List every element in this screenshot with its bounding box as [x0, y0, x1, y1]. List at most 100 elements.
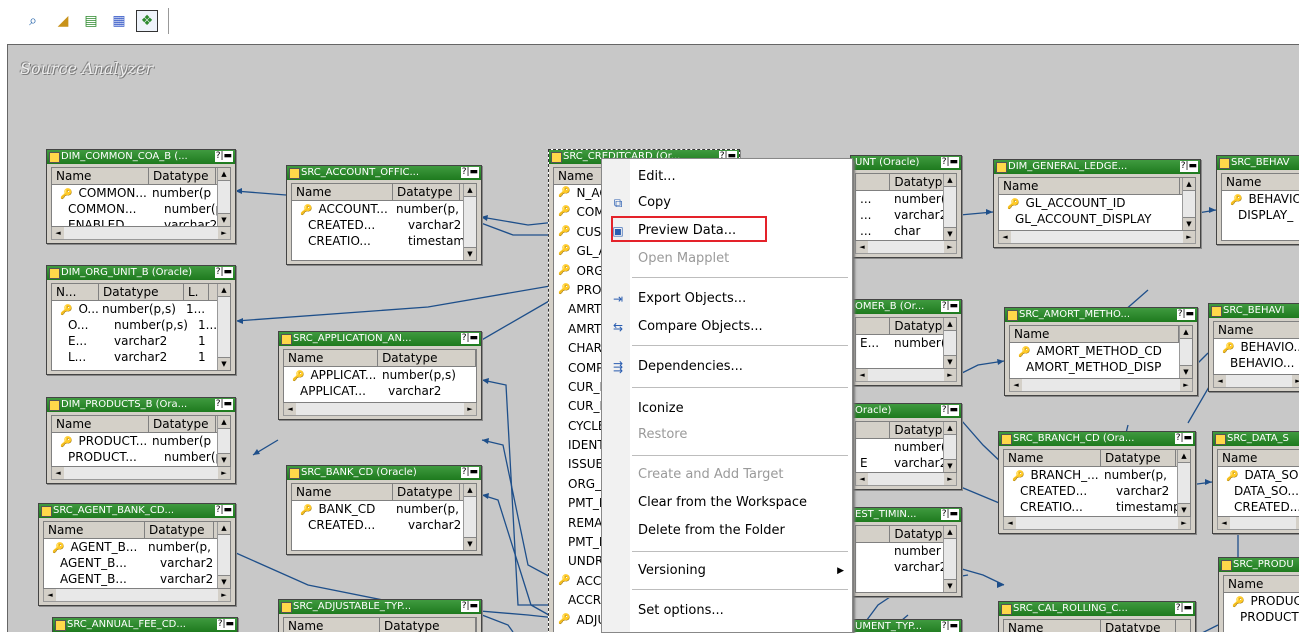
vertical-scrollbar[interactable] [463, 184, 476, 260]
table-dim-common-coa-b[interactable]: DIM_COMMON_COA_B (... ?|▬ Name Datatype 🔑 C… [46, 149, 236, 244]
menu-item-dependencies[interactable]: ⇶ Dependencies... [602, 355, 852, 379]
table-title-bar[interactable]: Oracle) ?|▬ [851, 404, 961, 418]
table-src-behav[interactable]: SRC_BEHAV Name 🔑 BEHAVIO... DISPLAY_ [1216, 155, 1299, 245]
target-designer-tool-icon[interactable]: ◢ [52, 10, 74, 32]
column-header-datatype[interactable]: Datatype [1101, 450, 1176, 466]
column-header-name[interactable]: Name [1010, 326, 1179, 342]
table-src-data-s[interactable]: SRC_DATA_S Name 🔑 DATA_SO... DATA_SO... C… [1212, 431, 1299, 534]
horizontal-scrollbar[interactable] [1213, 375, 1299, 388]
table-options-icon[interactable]: ?|▬ [1174, 433, 1193, 444]
horizontal-scrollbar[interactable] [1217, 517, 1299, 530]
table-title-bar[interactable]: DIM_GENERAL_LEDGE... ?|▬ [994, 160, 1200, 174]
menu-item-copy[interactable]: ⧉ Copy [602, 191, 852, 215]
column-header-datatype[interactable]: Datatype [145, 522, 214, 538]
table-row[interactable]: 🔑 AMORT_METHOD_CD [1010, 343, 1192, 359]
menu-item-edit[interactable]: Edit... [602, 165, 852, 189]
horizontal-scrollbar[interactable] [855, 473, 957, 486]
horizontal-scrollbar[interactable] [51, 227, 231, 240]
column-header-datatype[interactable]: Datatype [149, 168, 216, 184]
vertical-scrollbar[interactable] [217, 284, 230, 370]
table-row[interactable]: number [856, 543, 956, 559]
table-src-interest-timing[interactable]: EST_TIMIN... ?|▬ Datatype number varchar2 [850, 507, 962, 597]
table-row[interactable]: Evarchar2 [856, 455, 956, 471]
menu-item-iconize[interactable]: Iconize [602, 397, 852, 421]
table-row[interactable]: number(p, [856, 439, 956, 455]
column-header-name[interactable]: Name [999, 178, 1180, 194]
table-row[interactable]: 🔑 PRODUCT... number(p, [52, 433, 230, 449]
table-row[interactable]: APPLICAT... varchar2 [284, 383, 476, 399]
table-options-icon[interactable]: ?|▬ [214, 399, 233, 410]
table-row[interactable]: PRODUCT... number(p, [52, 449, 230, 465]
table-dim-general-ledge[interactable]: DIM_GENERAL_LEDGE... ?|▬ Name 🔑 GL_ACCOUNT… [993, 159, 1201, 248]
table-options-icon[interactable]: ?|▬ [940, 301, 959, 312]
mapplet-designer-tool-icon[interactable]: ▦ [108, 10, 130, 32]
table-src-adjustable-typ[interactable]: SRC_ADJUSTABLE_TYP... ?|▬ Name Datatype [278, 599, 482, 632]
table-title-bar[interactable]: EST_TIMIN... ?|▬ [851, 508, 961, 522]
table-options-icon[interactable]: ?|▬ [214, 151, 233, 162]
table-row[interactable]: 🔑 PRODUCT [1224, 593, 1299, 609]
table-row[interactable]: ... varchar2 [856, 207, 956, 223]
table-src-agent-bank-cd[interactable]: SRC_AGENT_BANK_CD... ?|▬ Name Datatype 🔑 AG… [38, 503, 236, 606]
column-header-name[interactable]: Name [52, 168, 149, 184]
table-row[interactable]: AMORT_METHOD_DISP [1010, 359, 1192, 375]
table-row[interactable]: CREATIO... timestamp [1004, 499, 1190, 515]
column-header-name[interactable]: N... [52, 284, 99, 300]
vertical-scrollbar[interactable] [217, 168, 230, 226]
table-row[interactable]: 🔑 BRANCH_... number(p, [1004, 467, 1190, 483]
vertical-scrollbar[interactable] [943, 174, 956, 240]
table-row[interactable]: COMMON... number(p,s [52, 201, 230, 217]
mapping-designer-tool-icon[interactable]: ❖ [136, 10, 158, 32]
table-title-bar[interactable]: SRC_APPLICATION_AN... ?|▬ [279, 332, 481, 346]
transformation-developer-tool-icon[interactable]: ▤ [80, 10, 102, 32]
table-src-branch-cd[interactable]: SRC_BRANCH_CD (Ora... ?|▬ Name Datatype 🔑 B… [998, 431, 1196, 534]
column-header-datatype[interactable]: Datatype [393, 484, 460, 500]
table-title-bar[interactable]: SRC_PRODU [1219, 558, 1299, 572]
vertical-scrollbar[interactable] [1177, 450, 1190, 516]
table-row[interactable]: 🔑 BANK_CD number(p, [292, 501, 476, 517]
horizontal-scrollbar[interactable] [855, 241, 957, 254]
column-header-name[interactable]: Name [1004, 620, 1101, 632]
table-title-bar[interactable]: SRC_ACCOUNT_OFFIC... ?|▬ [287, 166, 481, 180]
table-options-icon[interactable]: ?|▬ [460, 467, 479, 478]
table-row[interactable]: E... number(p, [856, 335, 956, 351]
table-row[interactable]: CREATED... [1218, 499, 1299, 515]
table-dim-products-b[interactable]: DIM_PRODUCTS_B (Ora... ?|▬ Name Datatype 🔑… [46, 397, 236, 484]
menu-item-compare-objects[interactable]: ⇆ Compare Objects... [602, 315, 852, 339]
table-src-account-offic[interactable]: SRC_ACCOUNT_OFFIC... ?|▬ Name Datatype 🔑 AC… [286, 165, 482, 265]
table-src-customer-b[interactable]: OMER_B (Or... ?|▬ Datatype E... number(p, [850, 299, 962, 386]
column-header-name[interactable]: Name [1004, 450, 1101, 466]
horizontal-scrollbar[interactable] [43, 589, 231, 602]
table-row[interactable]: E... varchar2 1 [52, 333, 230, 349]
vertical-scrollbar[interactable] [943, 526, 956, 592]
table-src-cal-rolling-c[interactable]: SRC_CAL_ROLLING_C... ?|▬ Name Datatype [998, 601, 1196, 632]
table-title-bar[interactable]: SRC_BANK_CD (Oracle) ?|▬ [287, 466, 481, 480]
table-options-icon[interactable]: ?|▬ [214, 505, 233, 516]
vertical-scrollbar[interactable] [463, 484, 476, 550]
table-options-icon[interactable]: ?|▬ [1179, 161, 1198, 172]
column-header-datatype[interactable]: Datatype [378, 350, 476, 366]
table-src-oracle-hidden[interactable]: Oracle) ?|▬ Datatype number(p, Evarchar2 [850, 403, 962, 490]
table-title-bar[interactable]: UMENT_TYP... ?|▬ [851, 620, 961, 632]
source-analyzer-tool-icon[interactable]: ⌕ [22, 10, 44, 32]
table-options-icon[interactable]: ?|▬ [940, 405, 959, 416]
table-title-bar[interactable]: SRC_BRANCH_CD (Ora... ?|▬ [999, 432, 1195, 446]
table-row[interactable]: varchar2 [856, 559, 956, 575]
menu-item-delete-from-folder[interactable]: Delete from the Folder [602, 519, 852, 543]
horizontal-scrollbar[interactable] [1009, 379, 1193, 392]
table-options-icon[interactable]: ?|▬ [940, 621, 959, 632]
table-src-document-typ[interactable]: UMENT_TYP... ?|▬ [850, 619, 962, 632]
table-title-bar[interactable]: SRC_BEHAVI [1209, 304, 1299, 318]
column-header-name[interactable]: Name [284, 350, 379, 366]
column-header-name[interactable]: Name [292, 484, 393, 500]
menu-item-versioning[interactable]: Versioning ▶ [602, 559, 852, 583]
column-header-name[interactable]: Name [292, 184, 393, 200]
column-header-name[interactable]: Name [284, 618, 380, 632]
table-row[interactable]: DATA_SO... [1218, 483, 1299, 499]
table-title-bar[interactable]: SRC_ADJUSTABLE_TYP... ?|▬ [279, 600, 481, 614]
table-row[interactable]: 🔑 DATA_SO... [1218, 467, 1299, 483]
column-header-name[interactable]: Name [1224, 576, 1299, 592]
table-row[interactable]: 🔑 BEHAVIO... [1222, 191, 1299, 207]
table-row[interactable]: PRODUCT [1224, 609, 1299, 625]
column-header-name[interactable]: Name [44, 522, 145, 538]
vertical-scrollbar[interactable] [217, 416, 230, 466]
